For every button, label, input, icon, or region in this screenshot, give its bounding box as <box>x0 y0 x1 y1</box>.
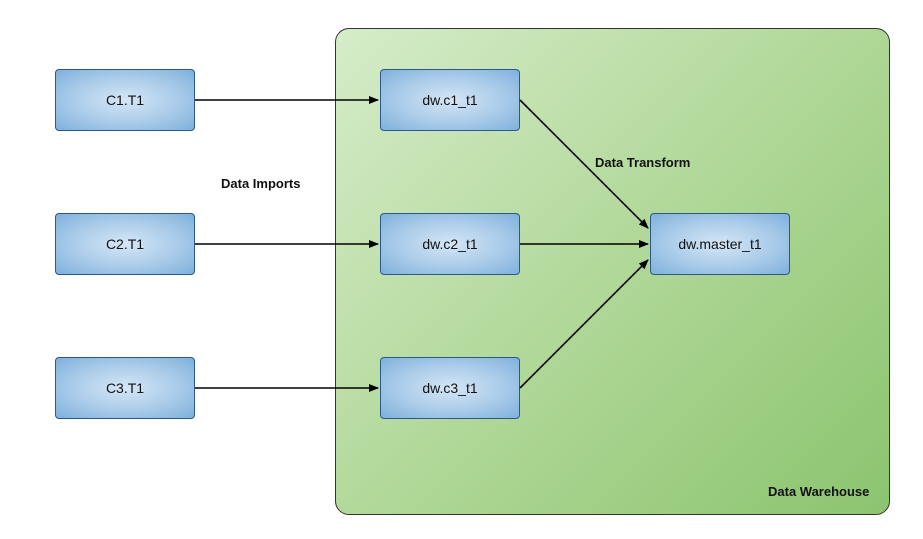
dw-box-c3: dw.c3_t1 <box>380 357 520 419</box>
source-label: C2.T1 <box>106 236 144 252</box>
data-imports-label: Data Imports <box>221 176 300 191</box>
source-box-c2: C2.T1 <box>55 213 195 275</box>
dw-box-c1: dw.c1_t1 <box>380 69 520 131</box>
dw-label: dw.c1_t1 <box>422 92 477 108</box>
dw-box-c2: dw.c2_t1 <box>380 213 520 275</box>
source-box-c3: C3.T1 <box>55 357 195 419</box>
dw-master-box: dw.master_t1 <box>650 213 790 275</box>
source-label: C1.T1 <box>106 92 144 108</box>
dw-master-label: dw.master_t1 <box>678 236 761 252</box>
source-box-c1: C1.T1 <box>55 69 195 131</box>
dw-label: dw.c3_t1 <box>422 380 477 396</box>
source-label: C3.T1 <box>106 380 144 396</box>
dw-label: dw.c2_t1 <box>422 236 477 252</box>
diagram-canvas: C1.T1 C2.T1 C3.T1 dw.c1_t1 dw.c2_t1 dw.c… <box>0 0 923 539</box>
data-warehouse-label: Data Warehouse <box>768 484 869 499</box>
data-transform-label: Data Transform <box>595 155 690 170</box>
